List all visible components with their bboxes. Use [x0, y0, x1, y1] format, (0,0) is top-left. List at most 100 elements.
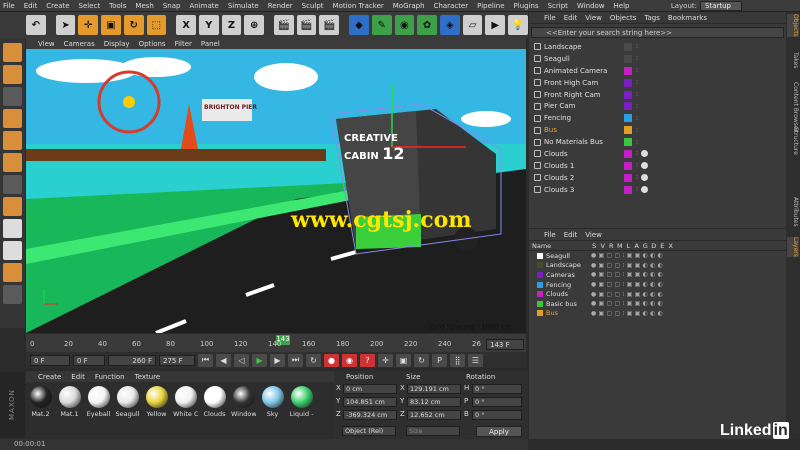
- layer-menu-view[interactable]: View: [585, 231, 602, 239]
- snap-icon[interactable]: [3, 219, 22, 238]
- side-tab-objects[interactable]: Objects: [787, 14, 799, 37]
- material-tag-icon[interactable]: [640, 150, 648, 158]
- timeline-ruler[interactable]: 143 143 F 0 20 40 60 80 100 120 140 160 180 200 220…: [26, 334, 526, 352]
- menu-pipeline[interactable]: Pipeline: [477, 2, 504, 10]
- layout-dropdown[interactable]: Startup: [700, 1, 742, 11]
- rotation-field[interactable]: 0 °: [472, 397, 522, 407]
- menu-character[interactable]: Character: [434, 2, 469, 10]
- menu-script[interactable]: Script: [548, 2, 568, 10]
- texture-mode-icon[interactable]: [3, 65, 22, 84]
- object-row[interactable]: Front High Cam ⁝: [529, 77, 786, 89]
- viewport-menu-options[interactable]: Options: [139, 40, 166, 48]
- layer-row[interactable]: Bus ●▣▢▢⁝▣▣◐◐◐: [529, 309, 786, 319]
- edges-mode-icon[interactable]: [3, 131, 22, 150]
- viewport[interactable]: CREATIVE CABIN 12 BRIGHTON PIER www.cgts…: [26, 49, 526, 333]
- visibility-dots-icon[interactable]: ⁝: [636, 139, 638, 146]
- object-row[interactable]: Seagull ⁝: [529, 53, 786, 65]
- min-frame-field[interactable]: 0 F: [73, 354, 105, 366]
- layer-row[interactable]: Landscape ●▣▢▢⁝▣▣◐◐◐: [529, 261, 786, 271]
- light-icon[interactable]: 💡: [508, 15, 528, 35]
- visibility-dots-icon[interactable]: ⁝: [636, 174, 638, 181]
- end-frame-field[interactable]: 275 F: [159, 354, 195, 366]
- cube-icon[interactable]: ◆: [349, 15, 369, 35]
- layer-row[interactable]: Clouds ●▣▢▢⁝▣▣◐◐◐: [529, 289, 786, 299]
- goto-start-icon[interactable]: ⏮: [198, 353, 213, 367]
- object-row[interactable]: Bus ⁝: [529, 124, 786, 136]
- material-item[interactable]: Clouds: [202, 386, 227, 418]
- render-picture-viewer-icon[interactable]: 🎬: [296, 15, 317, 35]
- tweak-icon[interactable]: [3, 197, 22, 216]
- lock-workplane-icon[interactable]: [3, 285, 22, 304]
- material-item[interactable]: Yellow: [144, 386, 169, 418]
- max-frame-field[interactable]: 260 F: [108, 354, 156, 366]
- recent-tool-icon[interactable]: ⬚: [146, 15, 167, 35]
- menu-tools[interactable]: Tools: [109, 2, 126, 10]
- autokey-icon[interactable]: ◉: [342, 353, 357, 367]
- viewport-menu-panel[interactable]: Panel: [201, 40, 220, 48]
- object-row[interactable]: Clouds 3 ⁝: [529, 184, 786, 196]
- point-level-icon[interactable]: ⣿: [450, 353, 465, 367]
- magnet-icon[interactable]: [3, 263, 22, 282]
- object-menu-file[interactable]: File: [544, 14, 556, 22]
- material-item[interactable]: Mat.2: [28, 386, 53, 418]
- object-row[interactable]: Animated Camera ⁝: [529, 65, 786, 77]
- object-menu-objects[interactable]: Objects: [610, 14, 636, 22]
- object-row[interactable]: Clouds 1 ⁝: [529, 160, 786, 172]
- play-icon[interactable]: ▶: [252, 353, 267, 367]
- workplane-icon[interactable]: [3, 87, 22, 106]
- timeline-end-field[interactable]: 143 F: [486, 339, 524, 350]
- menu-select[interactable]: Select: [79, 2, 101, 10]
- parameter-key-icon[interactable]: P: [432, 353, 447, 367]
- layer-menu-file[interactable]: File: [544, 231, 556, 239]
- model-mode-icon[interactable]: [3, 43, 22, 62]
- object-row[interactable]: Front Right Cam ⁝: [529, 89, 786, 101]
- apply-button[interactable]: Apply: [476, 426, 522, 437]
- object-row[interactable]: Pier Cam ⁝: [529, 100, 786, 112]
- position-field[interactable]: -369.324 cm: [343, 410, 397, 420]
- render-view-icon[interactable]: 🎬: [274, 15, 294, 35]
- material-menu-edit[interactable]: Edit: [71, 373, 85, 381]
- object-row[interactable]: Fencing ⁝: [529, 112, 786, 124]
- visibility-dots-icon[interactable]: ⁝: [636, 150, 638, 157]
- position-key-icon[interactable]: ✛: [378, 353, 393, 367]
- layer-flag-icons[interactable]: ●▣▢▢⁝▣▣◐◐◐: [591, 310, 665, 317]
- layer-flag-icons[interactable]: ●▣▢▢⁝▣▣◐◐◐: [591, 262, 665, 269]
- loop-icon[interactable]: ↻: [306, 353, 321, 367]
- menu-mograph[interactable]: MoGraph: [393, 2, 425, 10]
- layer-row[interactable]: Basic bus ●▣▢▢⁝▣▣◐◐◐: [529, 299, 786, 309]
- y-axis-button[interactable]: Y: [198, 15, 219, 35]
- visibility-dots-icon[interactable]: ⁝: [636, 115, 638, 122]
- prev-key-icon[interactable]: ◀: [216, 353, 231, 367]
- menu-create[interactable]: Create: [46, 2, 69, 10]
- pen-icon[interactable]: ✎: [371, 15, 392, 35]
- move-icon[interactable]: ✛: [78, 15, 99, 35]
- points-mode-icon[interactable]: [3, 109, 22, 128]
- camera-icon[interactable]: ▶: [485, 15, 506, 35]
- object-row[interactable]: Clouds 2 ⁝: [529, 172, 786, 184]
- object-menu-edit[interactable]: Edit: [564, 14, 578, 22]
- side-tab-layers[interactable]: Layers: [787, 237, 799, 257]
- viewport-menu-display[interactable]: Display: [104, 40, 130, 48]
- layer-row[interactable]: Cameras ●▣▢▢⁝▣▣◐◐◐: [529, 270, 786, 280]
- x-axis-button[interactable]: X: [176, 15, 196, 35]
- object-menu-view[interactable]: View: [585, 14, 602, 22]
- layer-row[interactable]: Seagull ●▣▢▢⁝▣▣◐◐◐: [529, 251, 786, 261]
- visibility-dots-icon[interactable]: ⁝: [636, 43, 638, 50]
- menu-help[interactable]: Help: [614, 2, 630, 10]
- viewport-menu-view[interactable]: View: [38, 40, 55, 48]
- menu-simulate[interactable]: Simulate: [228, 2, 259, 10]
- subdivision-icon[interactable]: ◉: [394, 15, 415, 35]
- material-menu-texture[interactable]: Texture: [135, 373, 161, 381]
- render-settings-icon[interactable]: 🎬: [319, 15, 340, 35]
- menu-mesh[interactable]: Mesh: [135, 2, 153, 10]
- layer-flag-icons[interactable]: ●▣▢▢⁝▣▣◐◐◐: [591, 300, 665, 307]
- visibility-dots-icon[interactable]: ⁝: [636, 79, 638, 86]
- rotation-field[interactable]: 0 °: [472, 384, 522, 394]
- viewport-menu-filter[interactable]: Filter: [175, 40, 192, 48]
- layout-selector[interactable]: Layout: Startup: [671, 0, 742, 12]
- material-item[interactable]: Sky: [260, 386, 285, 418]
- menu-edit[interactable]: Edit: [24, 2, 38, 10]
- object-row[interactable]: Clouds ⁝: [529, 148, 786, 160]
- layer-menu-edit[interactable]: Edit: [564, 231, 578, 239]
- polygons-mode-icon[interactable]: [3, 153, 22, 172]
